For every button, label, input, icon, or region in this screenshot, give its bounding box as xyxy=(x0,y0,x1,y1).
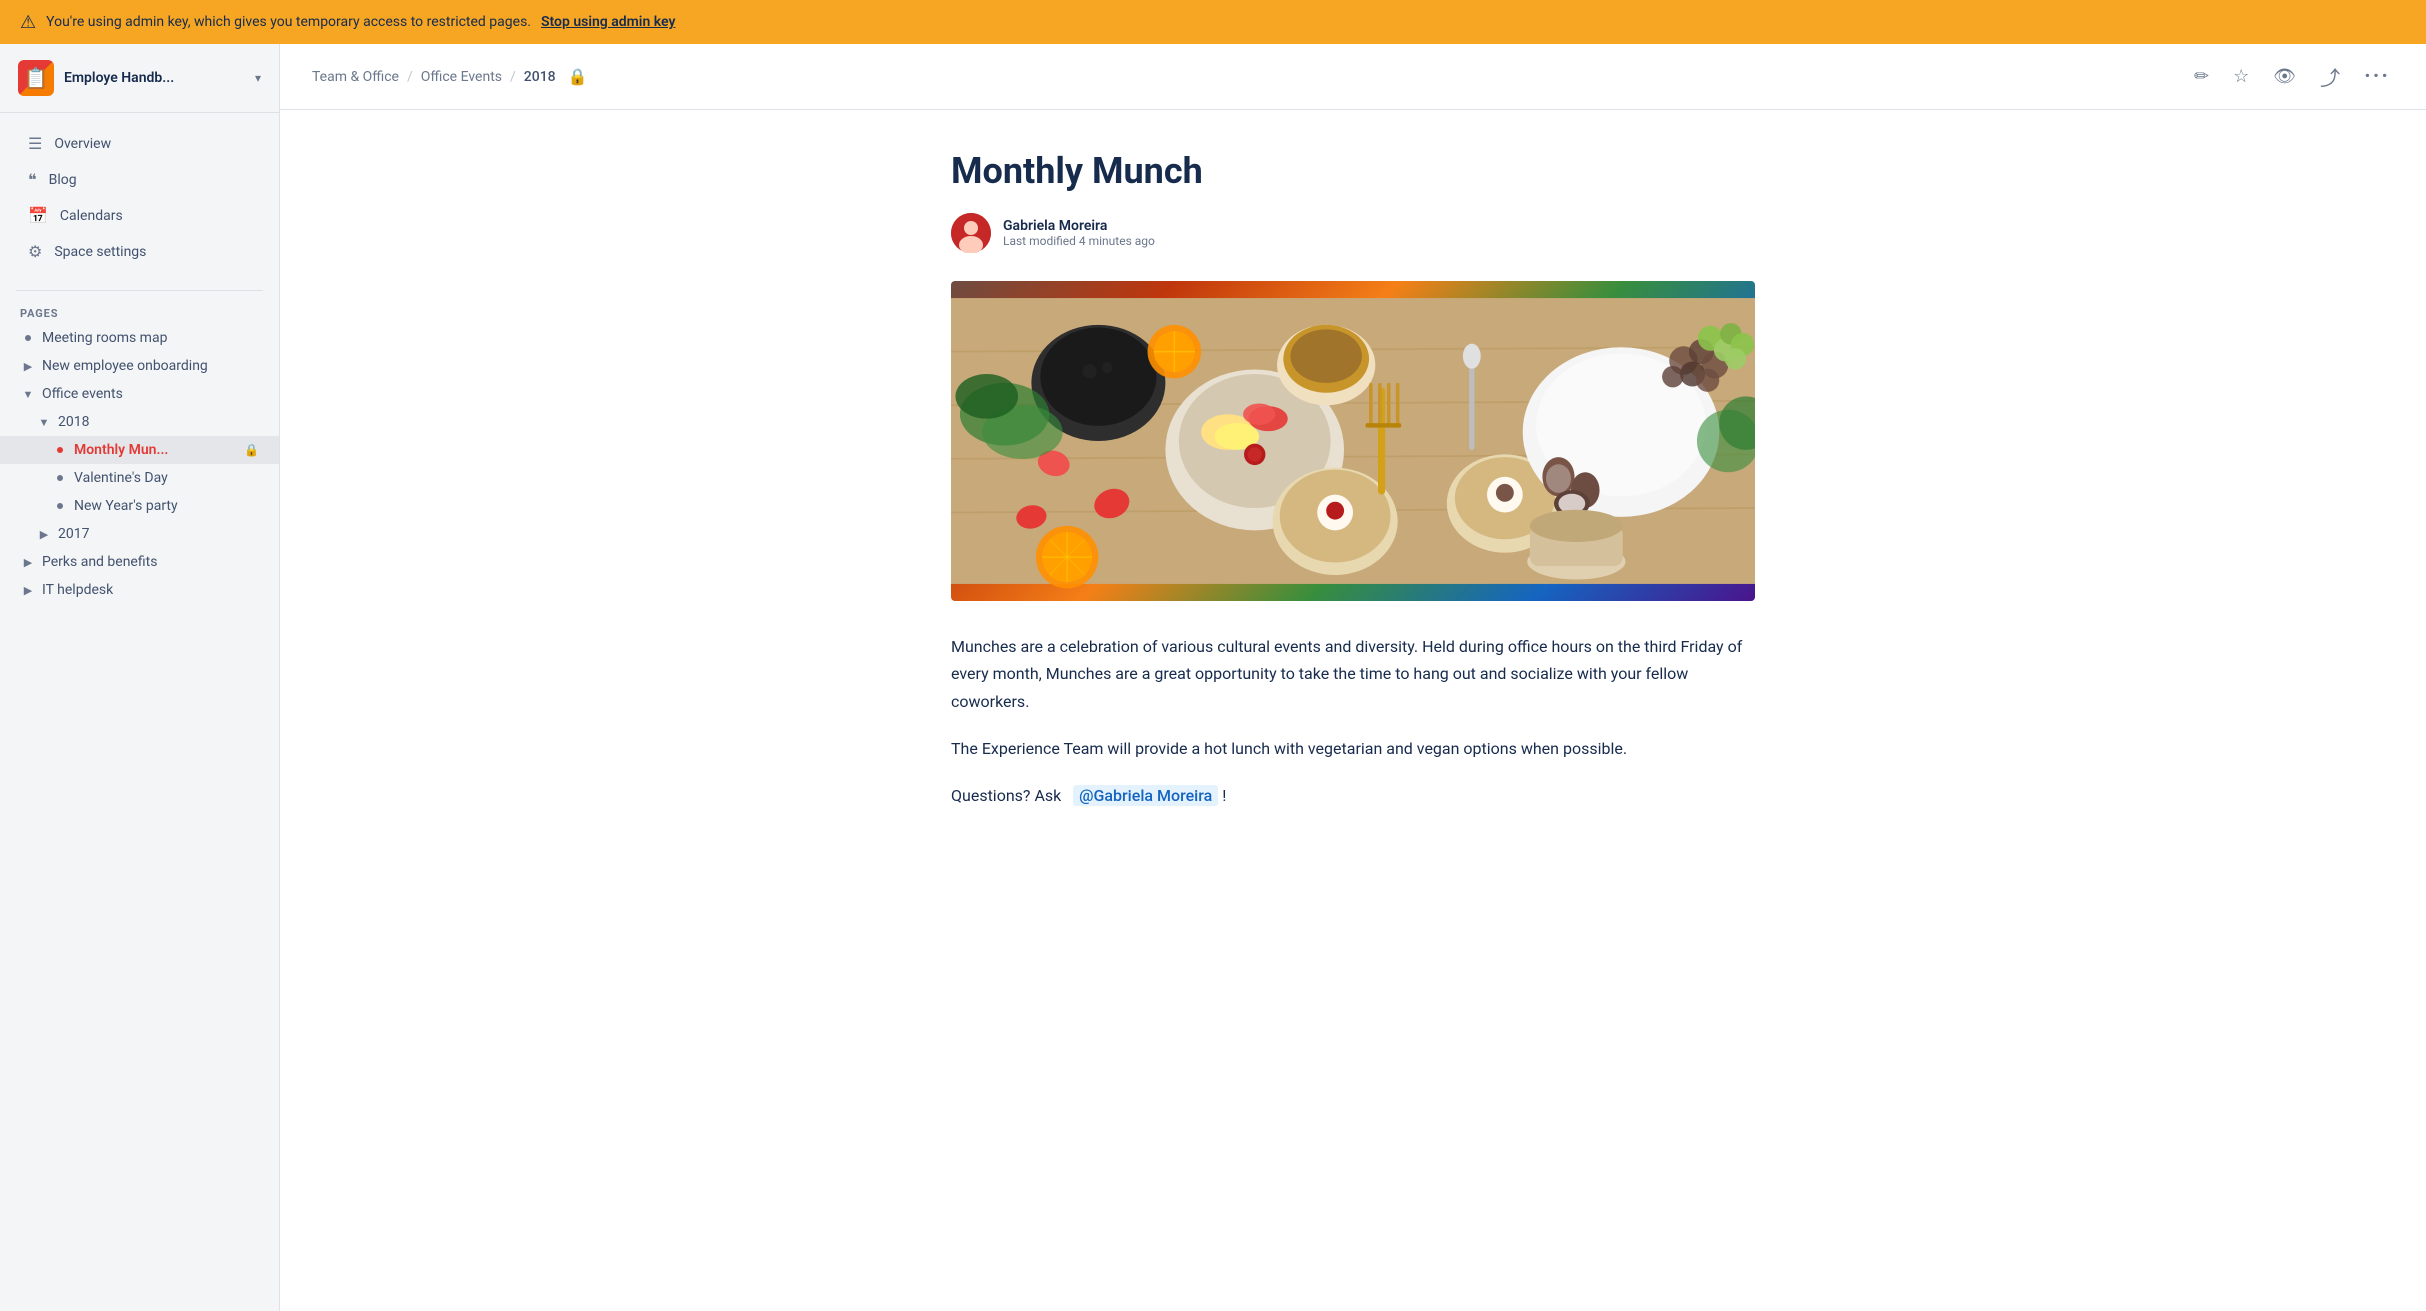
admin-banner: ⚠ You're using admin key, which gives yo… xyxy=(0,0,2426,44)
view-icon[interactable]: 👁 xyxy=(2269,62,2300,91)
author-info: Gabriela Moreira Last modified 4 minutes… xyxy=(1003,218,1155,248)
toggle-icon: ▼ xyxy=(36,416,52,429)
tree-label: 2018 xyxy=(58,414,259,430)
author-name: Gabriela Moreira xyxy=(1003,218,1155,234)
toggle-icon: ▶ xyxy=(20,584,36,597)
tree-label: 2017 xyxy=(58,526,259,542)
sidebar-label-calendars: Calendars xyxy=(60,208,123,224)
sidebar-item-blog[interactable]: ❝ Blog xyxy=(8,162,271,197)
avatar xyxy=(951,213,991,253)
edit-icon[interactable]: ✏ xyxy=(2190,62,2213,91)
tree-item-valentines[interactable]: Valentine's Day xyxy=(0,464,279,492)
blog-icon: ❝ xyxy=(28,170,37,189)
breadcrumb: Team & Office / Office Events / 2018 🔒 xyxy=(312,67,588,86)
bullet-icon xyxy=(57,447,63,453)
toggle-icon: ▼ xyxy=(20,388,36,401)
more-icon[interactable]: ··· xyxy=(2360,60,2394,93)
pages-tree: Meeting rooms map ▶ New employee onboard… xyxy=(0,324,279,604)
sidebar-title: Employe Handb... xyxy=(64,70,245,86)
mention-suffix: ! xyxy=(1222,786,1226,805)
tree-item-perks[interactable]: ▶ Perks and benefits xyxy=(0,548,279,576)
bullet-icon xyxy=(25,335,31,341)
tree-label: Meeting rooms map xyxy=(42,330,259,346)
tree-label: Monthly Mun... xyxy=(74,442,238,458)
breadcrumb-sep-2: / xyxy=(510,69,516,85)
bullet-icon xyxy=(57,503,63,509)
toggle-icon: ▶ xyxy=(36,528,52,541)
mention-gabriela[interactable]: @Gabriela Moreira xyxy=(1073,785,1218,806)
tree-item-it-helpdesk[interactable]: ▶ IT helpdesk xyxy=(0,576,279,604)
sidebar-nav: ☰ Overview ❝ Blog 📅 Calendars ⚙ Space se… xyxy=(0,113,279,282)
tree-item-2018[interactable]: ▼ 2018 xyxy=(0,408,279,436)
sidebar-item-calendars[interactable]: 📅 Calendars xyxy=(8,198,271,233)
paragraph-1: Munches are a celebration of various cul… xyxy=(951,633,1755,715)
gear-icon: ⚙ xyxy=(28,242,42,261)
toggle-icon: ▶ xyxy=(20,360,36,373)
tree-label: New employee onboarding xyxy=(42,358,259,374)
hero-image xyxy=(951,281,1755,601)
breadcrumb-team-office[interactable]: Team & Office xyxy=(312,69,399,85)
paragraph-3: Questions? Ask @Gabriela Moreira ! xyxy=(951,782,1755,809)
sidebar-chevron-icon[interactable]: ▾ xyxy=(255,71,261,85)
tree-item-new-years[interactable]: New Year's party xyxy=(0,492,279,520)
sidebar-item-space-settings[interactable]: ⚙ Space settings xyxy=(8,234,271,269)
tree-label: IT helpdesk xyxy=(42,582,259,598)
author-row: Gabriela Moreira Last modified 4 minutes… xyxy=(951,213,1755,253)
star-icon[interactable]: ☆ xyxy=(2229,62,2253,91)
pages-section-label: PAGES xyxy=(0,299,279,324)
page-title: Monthly Munch xyxy=(951,150,1755,193)
breadcrumb-sep-1: / xyxy=(407,69,413,85)
page-content: Monthly Munch Gabriela Moreira Last modi… xyxy=(903,110,1803,909)
sidebar-label-overview: Overview xyxy=(54,136,111,152)
overview-icon: ☰ xyxy=(28,134,42,153)
main-content: Team & Office / Office Events / 2018 🔒 ✏… xyxy=(280,44,2426,1311)
breadcrumb-2018: 2018 xyxy=(524,69,556,85)
stop-admin-link[interactable]: Stop using admin key xyxy=(541,14,675,30)
bullet-icon xyxy=(57,475,63,481)
lock-icon: 🔒 xyxy=(244,443,259,457)
sidebar: 📋 Employe Handb... ▾ ☰ Overview ❝ Blog 📅… xyxy=(0,44,280,1311)
author-meta: Last modified 4 minutes ago xyxy=(1003,234,1155,248)
sidebar-header: 📋 Employe Handb... ▾ xyxy=(0,44,279,113)
sidebar-logo: 📋 xyxy=(18,60,54,96)
sidebar-item-overview[interactable]: ☰ Overview xyxy=(8,126,271,161)
calendar-icon: 📅 xyxy=(28,206,48,225)
breadcrumb-office-events[interactable]: Office Events xyxy=(421,69,502,85)
tree-item-meeting-rooms[interactable]: Meeting rooms map xyxy=(0,324,279,352)
tree-item-new-employee[interactable]: ▶ New employee onboarding xyxy=(0,352,279,380)
sidebar-divider xyxy=(16,290,263,291)
tree-item-monthly-munch[interactable]: Monthly Mun... 🔒 xyxy=(0,436,279,464)
sidebar-label-blog: Blog xyxy=(49,172,77,188)
tree-label: Office events xyxy=(42,386,259,402)
tree-item-2017[interactable]: ▶ 2017 xyxy=(0,520,279,548)
tree-label: New Year's party xyxy=(74,498,259,514)
toggle-icon: ▶ xyxy=(20,556,36,569)
tree-item-office-events[interactable]: ▼ Office events xyxy=(0,380,279,408)
topbar-actions: ✏ ☆ 👁 ⤴ ··· xyxy=(2190,58,2394,95)
banner-text: You're using admin key, which gives you … xyxy=(46,14,531,30)
tree-label: Valentine's Day xyxy=(74,470,259,486)
warning-icon: ⚠ xyxy=(20,12,36,33)
questions-text: Questions? Ask xyxy=(951,786,1061,805)
share-icon[interactable]: ⤴ xyxy=(2316,58,2344,95)
topbar: Team & Office / Office Events / 2018 🔒 ✏… xyxy=(280,44,2426,110)
sidebar-label-space-settings: Space settings xyxy=(54,244,146,260)
breadcrumb-lock-icon: 🔒 xyxy=(568,67,588,86)
paragraph-2: The Experience Team will provide a hot l… xyxy=(951,735,1755,762)
tree-label: Perks and benefits xyxy=(42,554,259,570)
